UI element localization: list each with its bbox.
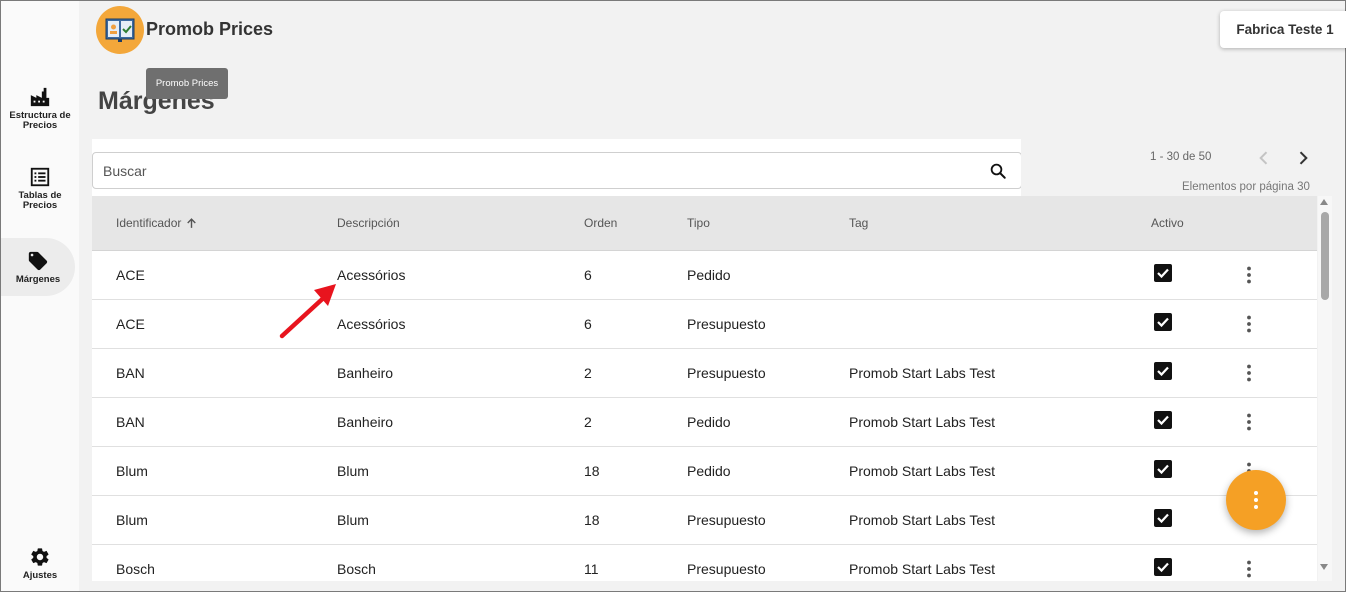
cell-desc: Acessórios <box>337 316 406 332</box>
factory-selector-button[interactable]: Fabrica Teste 1 <box>1220 11 1346 48</box>
row-menu-icon[interactable] <box>1239 412 1259 432</box>
cell-id: ACE <box>116 316 145 332</box>
cell-tag: Promob Start Labs Test <box>849 365 996 381</box>
chevron-right-icon[interactable] <box>1293 148 1313 168</box>
cell-type: Pedido <box>687 463 731 479</box>
row-menu-icon[interactable] <box>1239 559 1259 579</box>
cell-order: 6 <box>584 316 592 332</box>
search-icon[interactable] <box>989 162 1007 180</box>
pagination: 1 - 30 de 50 Elementos por página 30 <box>1021 138 1332 196</box>
search-input[interactable] <box>103 162 963 180</box>
tag-icon <box>28 251 48 270</box>
active-checkbox[interactable] <box>1154 362 1172 380</box>
cell-id: Blum <box>116 512 148 528</box>
column-header-descripcion[interactable]: Descripción <box>337 216 400 230</box>
cell-desc: Blum <box>337 512 369 528</box>
cell-type: Pedido <box>687 267 731 283</box>
scroll-down-icon[interactable] <box>1320 564 1328 570</box>
cell-id: ACE <box>116 267 145 283</box>
cell-desc: Bosch <box>337 561 376 577</box>
sidebar-item-margenes[interactable]: Márgenes <box>1 238 75 296</box>
row-menu-icon[interactable] <box>1239 314 1259 334</box>
active-checkbox[interactable] <box>1154 313 1172 331</box>
cell-type: Presupuesto <box>687 512 766 528</box>
active-checkbox[interactable] <box>1154 264 1172 282</box>
cell-id: Blum <box>116 463 148 479</box>
scrollbar-thumb[interactable] <box>1321 212 1329 300</box>
column-header-identificador[interactable]: Identificador <box>116 216 198 230</box>
cell-type: Presupuesto <box>687 316 766 332</box>
more-vertical-icon <box>1254 491 1258 509</box>
app-logo[interactable] <box>96 6 144 54</box>
annotation-arrow-icon <box>279 284 336 339</box>
margins-table: Identificador Descripción Orden Tipo Tag… <box>92 196 1317 581</box>
actions-fab-button[interactable] <box>1226 470 1286 530</box>
cell-desc: Banheiro <box>337 414 394 430</box>
cell-id: BAN <box>116 414 145 430</box>
scroll-up-icon[interactable] <box>1320 199 1328 205</box>
cell-desc: Blum <box>337 463 369 479</box>
table-row[interactable]: Bosch Bosch 11 Presupuesto Promob Start Labs… <box>92 545 1317 581</box>
active-checkbox[interactable] <box>1154 411 1172 429</box>
row-menu-icon[interactable] <box>1239 265 1259 285</box>
sidebar-item-label: Tablas de Precios <box>18 189 62 211</box>
cell-type: Presupuesto <box>687 561 766 577</box>
app-header: Promob Prices Fabrica Teste 1 <box>79 1 1346 63</box>
cell-order: 11 <box>584 561 599 577</box>
column-header-activo[interactable]: Activo <box>1151 216 1184 230</box>
active-checkbox[interactable] <box>1154 460 1172 478</box>
active-checkbox[interactable] <box>1154 558 1172 576</box>
cell-type: Presupuesto <box>687 365 766 381</box>
cell-order: 6 <box>584 267 592 283</box>
price-board-icon <box>105 18 135 42</box>
active-checkbox[interactable] <box>1154 509 1172 527</box>
cell-tag: Promob Start Labs Test <box>849 463 996 479</box>
sidebar-item-label: Estructura de Precios <box>9 109 71 131</box>
arrow-up-icon <box>187 217 197 228</box>
table-row[interactable]: Blum Blum 18 Presupuesto Promob Start Labs T… <box>92 496 1317 545</box>
gear-icon <box>31 547 49 566</box>
cell-id: BAN <box>116 365 145 381</box>
chevron-left-icon[interactable] <box>1254 148 1274 168</box>
cell-id: Bosch <box>116 561 155 577</box>
cell-order: 18 <box>584 512 600 528</box>
sidebar-item-ajustes[interactable]: Ajustes <box>1 534 79 592</box>
sidebar: Estructura de Precios Tablas de Precios … <box>1 1 79 591</box>
column-header-tipo[interactable]: Tipo <box>687 216 710 230</box>
row-menu-icon[interactable] <box>1239 363 1259 383</box>
cell-order: 18 <box>584 463 600 479</box>
cell-order: 2 <box>584 414 592 430</box>
search-field[interactable] <box>92 152 1022 189</box>
sidebar-item-estructura-precios[interactable]: Estructura de Precios <box>1 79 79 137</box>
app-title: Promob Prices <box>146 19 274 39</box>
cell-desc: Acessórios <box>337 267 406 283</box>
cell-desc: Banheiro <box>337 365 394 381</box>
sidebar-item-tablas-precios[interactable]: Tablas de Precios <box>1 159 79 217</box>
table-header: Identificador Descripción Orden Tipo Tag… <box>92 196 1317 251</box>
sidebar-item-label: Ajustes <box>22 569 58 581</box>
table-row[interactable]: Blum Blum 18 Pedido Promob Start Labs Test <box>92 447 1317 496</box>
items-per-page[interactable]: Elementos por página 30 <box>1182 181 1310 193</box>
cell-tag: Promob Start Labs Test <box>849 512 996 528</box>
cell-type: Pedido <box>687 414 731 430</box>
cell-order: 2 <box>584 365 592 381</box>
column-header-tag[interactable]: Tag <box>849 216 868 230</box>
table-row[interactable]: BAN Banheiro 2 Presupuesto Promob Start Labs… <box>92 349 1317 398</box>
list-icon <box>30 167 50 186</box>
column-header-label: Identificador <box>116 216 182 230</box>
sidebar-item-label: Márgenes <box>15 273 61 285</box>
cell-tag: Promob Start Labs Test <box>849 561 996 577</box>
cell-tag: Promob Start Labs Test <box>849 414 996 430</box>
pagination-range: 1 - 30 de 50 <box>1150 151 1212 163</box>
factory-icon <box>30 87 50 106</box>
app-title-tooltip: Promob Prices <box>146 68 228 99</box>
table-row[interactable]: BAN Banheiro 2 Pedido Promob Start Labs Test <box>92 398 1317 447</box>
column-header-orden[interactable]: Orden <box>584 216 617 230</box>
